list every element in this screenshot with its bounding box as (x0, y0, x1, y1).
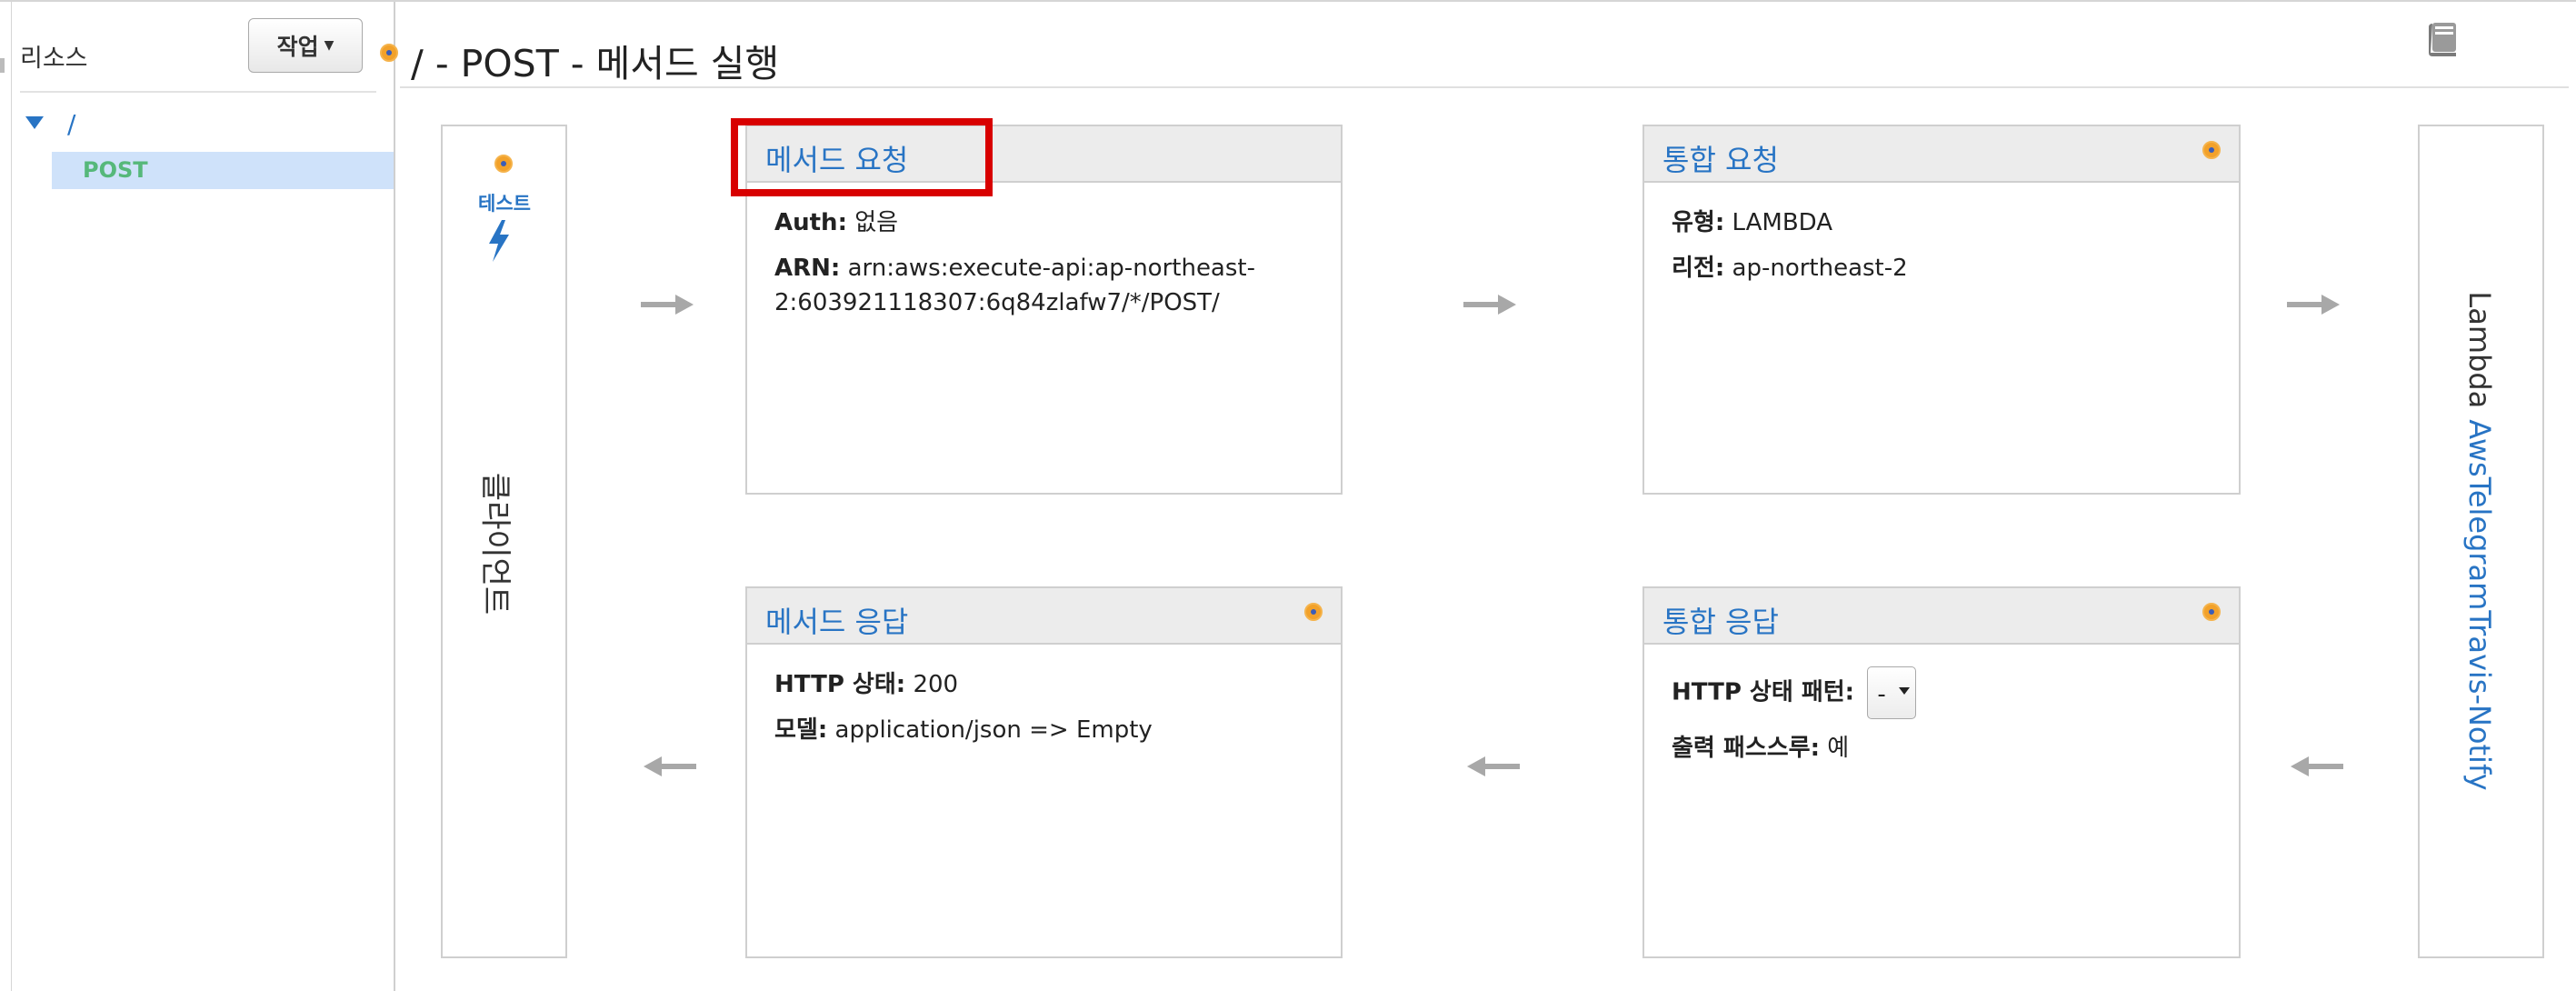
lambda-label: Lambda AwsTelegramTravis-Notify (2462, 291, 2497, 790)
type-label: 유형: (1672, 209, 1725, 236)
type-row: 유형: LAMBDA (1672, 206, 1832, 241)
region-value: ap-northeast-2 (1732, 255, 1908, 282)
method-response-link[interactable]: 메서드 응답 (765, 599, 908, 641)
lightning-icon[interactable] (487, 220, 511, 265)
arrow-right-icon (1463, 295, 1516, 315)
model-label: 모델: (774, 716, 828, 744)
tree-expand-icon[interactable] (25, 116, 44, 129)
page-title: / - POST - 메서드 실행 (411, 42, 780, 85)
region-row: 리전: ap-northeast-2 (1672, 252, 1908, 286)
status-value: 200 (913, 671, 959, 698)
arrow-left-icon (644, 756, 696, 776)
caret-down-icon (1899, 687, 1911, 695)
auth-row: Auth: 없음 (774, 206, 898, 241)
model-value: application/json => Empty (834, 716, 1153, 744)
integration-request-link[interactable]: 통합 요청 (1662, 137, 1779, 179)
tree-root-resource[interactable]: / (67, 109, 75, 139)
sidebar-divider (20, 91, 376, 93)
arn-value-line-2: 2:603921118307:6q84zlafw7/*/POST/ (774, 288, 1220, 316)
type-value: LAMBDA (1732, 209, 1833, 236)
edge-tick (0, 58, 5, 73)
integration-response-header: 통합 응답 (1644, 588, 2239, 645)
status-pattern-label: HTTP 상태 패턴: (1672, 678, 1855, 706)
arn-value-line-1: arn:aws:execute-api:ap-northeast- (847, 255, 1255, 282)
integration-response-link[interactable]: 통합 응답 (1662, 599, 1779, 641)
info-dot-icon[interactable] (2202, 603, 2221, 621)
region-label: 리전: (1672, 255, 1725, 282)
title-divider (400, 86, 2569, 88)
arrow-left-icon (2291, 756, 2343, 776)
tree-method-post[interactable]: POST (52, 152, 394, 189)
arn-row: ARN: arn:aws:execute-api:ap-northeast- 2… (774, 252, 1255, 320)
test-link[interactable]: 테스트 (474, 189, 535, 216)
integration-request-header: 통합 요청 (1644, 126, 2239, 183)
method-response-header: 메서드 응답 (747, 588, 1341, 645)
lambda-function-link[interactable]: AwsTelegramTravis-Notify (2462, 419, 2497, 790)
left-panel-edge (0, 2, 12, 991)
book-icon[interactable] (2423, 18, 2465, 60)
caret-down-icon: ▼ (324, 38, 334, 53)
model-row: 모델: application/json => Empty (774, 714, 1153, 748)
status-label: HTTP 상태: (774, 671, 906, 698)
integration-response-panel: 통합 응답 HTTP 상태 패턴: - 출력 패스스루: 예 (1642, 586, 2241, 958)
passthrough-row: 출력 패스스루: 예 (1672, 732, 1849, 766)
arn-label: ARN: (774, 255, 841, 282)
resources-heading: 리소스 (20, 45, 88, 73)
highlight-box (731, 118, 993, 196)
passthrough-value: 예 (1827, 735, 1850, 762)
passthrough-label: 출력 패스스루: (1672, 735, 1820, 762)
status-row: HTTP 상태: 200 (774, 668, 958, 703)
arrow-right-icon (641, 295, 694, 315)
status-pattern-select[interactable]: - (1867, 666, 1917, 719)
actions-button-label: 작업 (276, 34, 319, 60)
tree-method-post-label: POST (83, 157, 148, 183)
resource-sidebar (12, 2, 395, 991)
arrow-right-icon (2287, 295, 2340, 315)
status-pattern-value: - (1877, 681, 1886, 708)
arrow-left-icon (1467, 756, 1520, 776)
actions-button[interactable]: 작업 ▼ (248, 18, 363, 73)
lambda-prefix: Lambda (2462, 291, 2497, 409)
auth-value: 없음 (854, 209, 899, 236)
info-dot-icon[interactable] (2202, 141, 2221, 159)
status-pattern-row: HTTP 상태 패턴: - (1672, 666, 1917, 719)
client-label: 클라이언트 (476, 472, 514, 616)
integration-request-panel: 통합 요청 유형: LAMBDA 리전: ap-northeast-2 (1642, 125, 2241, 495)
info-dot-icon[interactable] (1304, 603, 1323, 621)
auth-label: Auth: (774, 209, 847, 236)
method-response-panel: 메서드 응답 HTTP 상태: 200 모델: application/json… (745, 586, 1343, 958)
